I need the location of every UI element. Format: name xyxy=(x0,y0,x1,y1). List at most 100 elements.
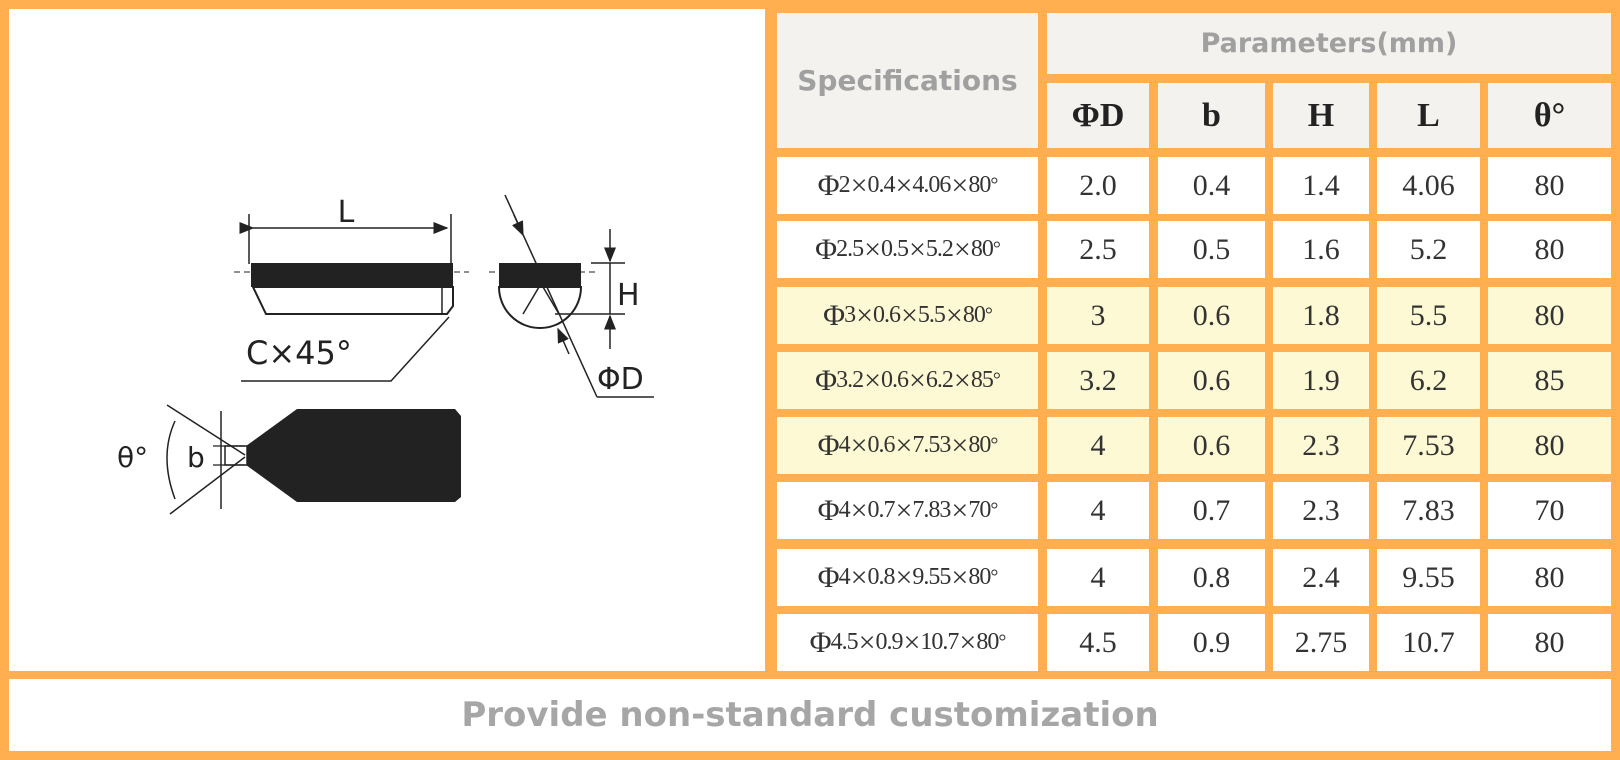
value-cell: 1.6 xyxy=(1273,221,1369,278)
spec-part-t: 80 xyxy=(968,564,991,590)
spec-part-d: 4 xyxy=(838,432,851,458)
spec-cell: Φ 3.2 × 0.6 × 6.2 × 85 ° xyxy=(777,352,1038,409)
spec-part-deg: ° xyxy=(992,238,1001,260)
value-cell: 1.4 xyxy=(1273,157,1369,214)
spec-part-x: × xyxy=(850,560,868,594)
spec-part-x: × xyxy=(909,232,926,266)
spec-part-deg: ° xyxy=(990,174,998,196)
column-header-2: H xyxy=(1273,83,1369,148)
value-cell: 80 xyxy=(1488,549,1611,606)
header-parameters: Parameters(mm) xyxy=(1047,13,1611,74)
value-cell: 80 xyxy=(1488,221,1611,278)
spec-part-phi: Φ xyxy=(817,560,840,594)
value-cell: 10.7 xyxy=(1377,614,1480,671)
spec-part-x: × xyxy=(895,560,913,594)
value-cell: 4.5 xyxy=(1047,614,1149,671)
arrow-D-top xyxy=(511,214,524,237)
spec-part-x: × xyxy=(858,625,876,659)
side-view: L C×45° xyxy=(234,195,469,382)
spec-part-x: × xyxy=(945,298,963,332)
carbide-tip-end xyxy=(499,263,581,287)
spec-part-x: × xyxy=(895,493,913,527)
spec-part-t: 80 xyxy=(970,236,994,262)
label-L: L xyxy=(338,195,355,230)
value-cell: 0.5 xyxy=(1158,221,1265,278)
spec-part-x: × xyxy=(951,560,968,594)
value-cell: 0.7 xyxy=(1158,482,1265,539)
value-cell: 3.2 xyxy=(1047,352,1149,409)
value-cell: 9.55 xyxy=(1377,549,1480,606)
value-cell: 1.9 xyxy=(1273,352,1369,409)
spec-part-l: 10.7 xyxy=(920,629,959,655)
value-cell: 80 xyxy=(1488,614,1611,671)
body-side xyxy=(251,286,454,315)
angle-line-upper xyxy=(166,404,246,456)
spec-part-deg: ° xyxy=(984,304,993,326)
spec-part-t: 70 xyxy=(968,497,991,523)
value-cell: 80 xyxy=(1488,157,1611,214)
value-cell: 0.6 xyxy=(1158,352,1265,409)
value-cell: 7.53 xyxy=(1377,417,1480,474)
footer-banner: Provide non-standard customization xyxy=(9,679,1611,751)
spec-part-phi: Φ xyxy=(809,625,832,659)
spec-cell: Φ 2 × 0.4 × 4.06 × 80 ° xyxy=(777,157,1038,214)
spec-part-x: × xyxy=(856,298,873,332)
spec-part-phi: Φ xyxy=(817,428,840,462)
value-cell: 70 xyxy=(1488,482,1611,539)
value-cell: 1.8 xyxy=(1273,287,1369,344)
spec-part-x: × xyxy=(951,168,968,202)
spec-part-d: 4 xyxy=(838,497,851,523)
value-cell: 4 xyxy=(1047,549,1149,606)
spec-part-x: × xyxy=(864,363,881,397)
spec-part-b: 0.5 xyxy=(881,236,909,262)
spec-part-deg: ° xyxy=(990,499,998,521)
spec-part-b: 0.6 xyxy=(873,302,901,328)
label-D: ΦD xyxy=(597,362,644,397)
spec-part-d: 3 xyxy=(844,302,856,328)
angle-arc xyxy=(166,420,176,500)
value-cell: 85 xyxy=(1488,352,1611,409)
spec-part-phi: Φ xyxy=(817,493,840,527)
spec-cell: Φ 4 × 0.7 × 7.83 × 70 ° xyxy=(777,482,1038,539)
footer-text: Provide non-standard customization xyxy=(461,695,1159,735)
spec-part-l: 9.55 xyxy=(912,564,951,590)
value-cell: 2.5 xyxy=(1047,221,1149,278)
spec-part-b: 0.6 xyxy=(867,432,896,458)
value-cell: 0.6 xyxy=(1158,287,1265,344)
value-cell: 3 xyxy=(1047,287,1149,344)
spec-part-l: 7.53 xyxy=(912,432,951,458)
value-cell: 0.9 xyxy=(1158,614,1265,671)
spec-part-b: 0.6 xyxy=(881,367,909,393)
spec-part-l: 6.2 xyxy=(925,367,954,393)
spec-part-deg: ° xyxy=(992,369,1001,391)
carbide-tip-side xyxy=(251,263,453,287)
spec-part-x: × xyxy=(953,363,971,397)
value-cell: 2.3 xyxy=(1273,417,1369,474)
label-chamfer: C×45° xyxy=(246,334,352,372)
end-view: ΦD H xyxy=(489,194,654,398)
spec-part-x: × xyxy=(864,232,881,266)
column-header-3: L xyxy=(1377,83,1480,148)
technical-drawing: L C×45° ΦD H θ° b xyxy=(117,194,654,515)
spec-part-l: 5.2 xyxy=(925,236,954,262)
spec-part-b: 0.4 xyxy=(867,172,896,198)
label-b: b xyxy=(187,441,205,474)
value-cell: 4 xyxy=(1047,482,1149,539)
value-cell: 2.0 xyxy=(1047,157,1149,214)
spec-part-x: × xyxy=(953,232,971,266)
spec-cell: Φ 2.5 × 0.5 × 5.2 × 80 ° xyxy=(777,221,1038,278)
spec-cell: Φ 4.5 × 0.9 × 10.7 × 80 ° xyxy=(777,614,1038,671)
spec-part-x: × xyxy=(909,363,926,397)
carbide-tip-top xyxy=(246,409,461,502)
spec-part-x: × xyxy=(951,428,968,462)
spec-part-x: × xyxy=(850,493,868,527)
spec-part-l: 5.5 xyxy=(917,302,946,328)
spec-part-deg: ° xyxy=(990,566,998,588)
value-cell: 0.4 xyxy=(1158,157,1265,214)
spec-cell: Φ 4 × 0.8 × 9.55 × 80 ° xyxy=(777,549,1038,606)
spec-table: Specifications Parameters(mm) ΦD b H Lθ° Φ2… xyxy=(768,9,1620,671)
spec-part-t: 80 xyxy=(976,629,999,655)
value-cell: 0.6 xyxy=(1158,417,1265,474)
spec-part-t: 80 xyxy=(968,432,991,458)
value-cell: 5.2 xyxy=(1377,221,1480,278)
